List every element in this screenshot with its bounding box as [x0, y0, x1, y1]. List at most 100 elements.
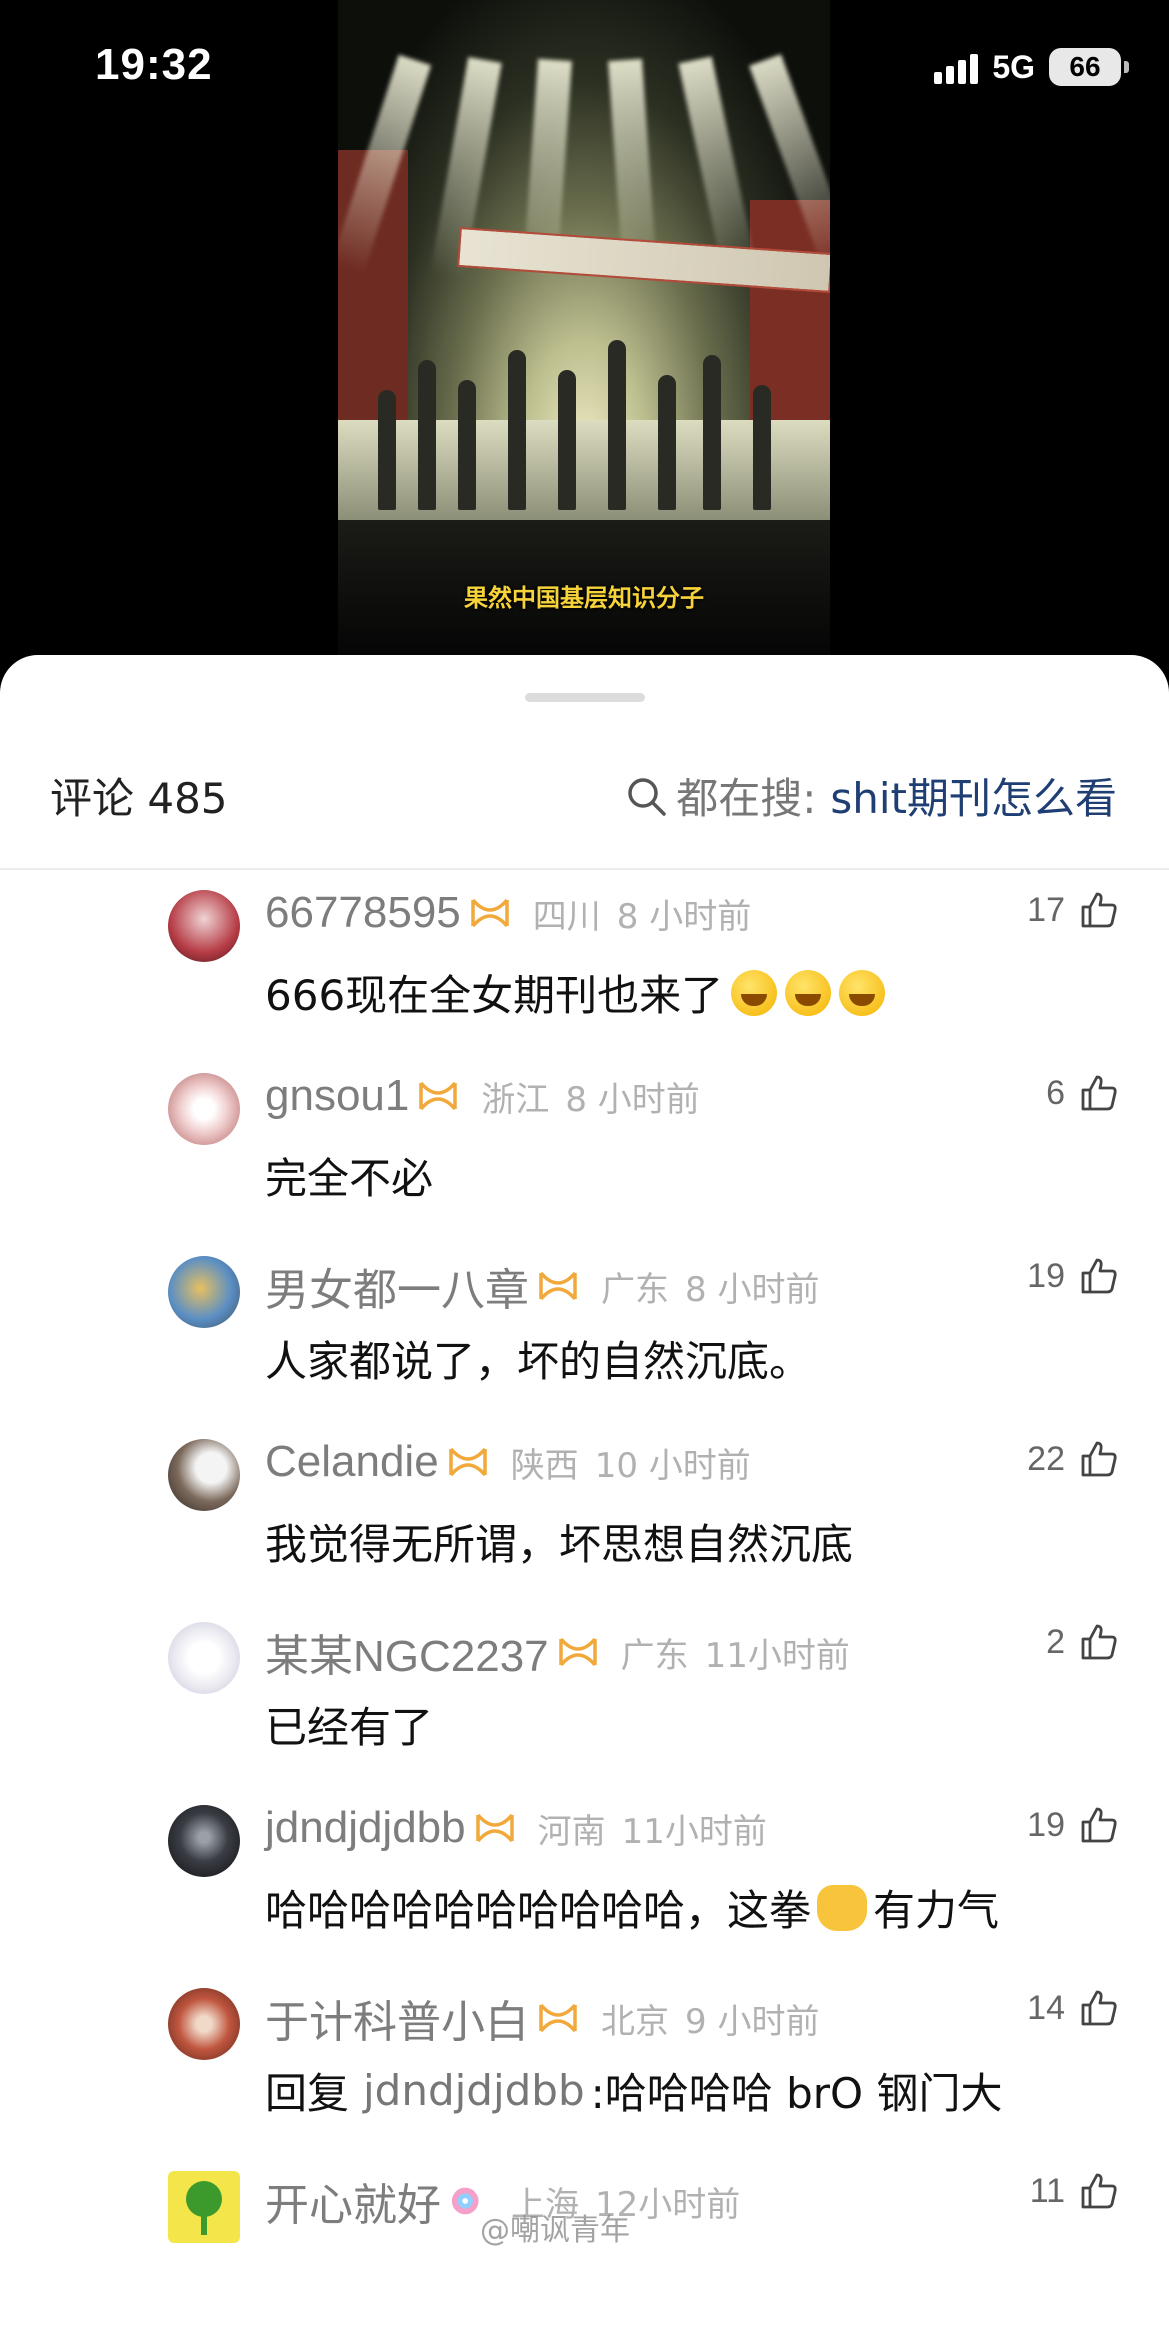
comments-count: 评论 485 [50, 774, 228, 823]
comment-item: 于计科普小白 北京 9 小时前 14 回复 jdndjdjdbb :哈哈哈哈 b… [0, 1988, 1169, 2168]
laughing-crying-emoji-icon [839, 969, 886, 1016]
comment-username[interactable]: Celandie [265, 1437, 439, 1487]
watermark: @嘲讽青年 [480, 2213, 630, 2248]
fan-badge-icon [471, 898, 509, 928]
status-time: 19:32 [95, 40, 213, 89]
thumbs-up-icon [1081, 1807, 1117, 1843]
avatar[interactable] [168, 2171, 240, 2243]
comment-item: gnsou1 浙江 8 小时前 6 完全不必 [0, 1071, 1169, 1253]
comment-time: 8 小时前 [685, 1269, 820, 1310]
avatar[interactable] [168, 1073, 240, 1145]
battery-icon: 66 [1049, 48, 1129, 86]
search-prefix: 都在搜: [676, 774, 817, 823]
status-indicators: 5G 66 [934, 48, 1129, 86]
like-count: 17 [1027, 890, 1065, 929]
laughing-crying-emoji-icon [785, 969, 832, 1016]
sheet-drag-handle[interactable] [525, 693, 645, 702]
comment-username[interactable]: 某某NGC2237 [265, 1620, 549, 1684]
header-divider [0, 868, 1169, 870]
avatar[interactable] [168, 1805, 240, 1877]
cellular-signal-icon [934, 50, 979, 84]
comment-text: 我觉得无所谓，坏思想自然沉底 [265, 1511, 853, 1572]
thumbs-up-icon [1081, 892, 1117, 928]
thumbs-up-icon [1081, 1441, 1117, 1477]
like-count: 19 [1027, 1256, 1065, 1295]
comment-username[interactable]: 66778595 [265, 888, 461, 938]
comment-time: 11小时前 [704, 1635, 850, 1676]
thumbs-up-icon [1081, 1990, 1117, 2026]
comment-item: Celandie 陕西 10 小时前 22 我觉得无所谓，坏思想自然沉底 [0, 1437, 1169, 1619]
like-button[interactable]: 11 [1030, 2171, 1119, 2211]
comment-time: 10 小时前 [594, 1445, 751, 1486]
like-button[interactable]: 2 [1046, 1622, 1119, 1662]
like-button[interactable]: 17 [1027, 890, 1119, 930]
fist-emoji-icon [817, 1884, 868, 1931]
comment-username[interactable]: 于计科普小白 [265, 1986, 529, 2050]
comment-username[interactable]: 开心就好 [265, 2169, 441, 2233]
fan-badge-icon [448, 1447, 487, 1477]
comment-body: 哈哈哈哈哈哈哈哈哈哈，这拳 [265, 1886, 812, 1935]
like-count: 22 [1027, 1439, 1065, 1478]
video-player[interactable]: 果然中国基层知识分子 [338, 0, 830, 655]
like-button[interactable]: 19 [1027, 1256, 1119, 1296]
like-button[interactable]: 19 [1027, 1805, 1119, 1845]
thumbs-up-icon [1081, 1258, 1117, 1294]
thumbs-up-icon [1081, 2173, 1117, 2209]
search-keyword[interactable]: shit期刊怎么看 [830, 765, 1117, 826]
comment-location: 广东 [601, 1269, 669, 1310]
comment-body: 666现在全女期刊也来了 [265, 971, 724, 1020]
avatar[interactable] [168, 1988, 240, 2060]
avatar[interactable] [168, 1622, 240, 1694]
like-count: 14 [1027, 1988, 1065, 2027]
reply-prefix: 回复 [265, 2069, 350, 2118]
fan-badge-icon [475, 1813, 514, 1843]
avatar[interactable] [168, 1439, 240, 1511]
fan-badge-icon [558, 1637, 597, 1667]
comment-text: 完全不必 [265, 1145, 433, 1206]
like-count: 6 [1046, 1073, 1065, 1112]
reply-target-username[interactable]: jdndjdjdbb [363, 2066, 585, 2115]
comment-location: 北京 [601, 2001, 669, 2042]
comment-username[interactable]: gnsou1 [265, 1071, 409, 1121]
comment-text: 回复 jdndjdjdbb :哈哈哈哈 brO 钢门大 [265, 2060, 1002, 2121]
comment-location: 河南 [537, 1811, 606, 1852]
comment-text: 哈哈哈哈哈哈哈哈哈哈，这拳 有力气 [265, 1877, 999, 1938]
like-button[interactable]: 14 [1027, 1988, 1119, 2028]
like-button[interactable]: 22 [1027, 1439, 1119, 1479]
tree-icon [186, 2181, 222, 2235]
performers [358, 280, 808, 510]
avatar[interactable] [168, 1256, 240, 1328]
comment-body: 已经有了 [265, 1703, 434, 1752]
comment-text: 人家都说了，坏的自然沉底。 [265, 1328, 811, 1389]
comment-body: 我觉得无所谓，坏思想自然沉底 [265, 1520, 854, 1569]
comment-body: 完全不必 [265, 1154, 434, 1203]
thumbs-up-icon [1081, 1075, 1117, 1111]
comment-text: 已经有了 [265, 1694, 433, 1755]
like-button[interactable]: 6 [1046, 1073, 1119, 1113]
battery-level: 66 [1069, 51, 1101, 82]
comment-username[interactable]: 男女都一八章 [265, 1254, 529, 1318]
like-count: 2 [1046, 1622, 1065, 1661]
laughing-crying-emoji-icon [731, 969, 778, 1016]
comment-item: 66778595 四川 8 小时前 17 666现在全女期刊也来了 [0, 888, 1169, 1070]
comment-text: 666现在全女期刊也来了 [265, 962, 886, 1023]
like-count: 19 [1027, 1805, 1065, 1844]
comment-time: 11小时前 [621, 1811, 767, 1852]
video-subtitle: 果然中国基层知识分子 [464, 584, 704, 612]
fan-badge-icon [539, 2003, 577, 2033]
network-type: 5G [992, 48, 1035, 85]
comment-time: 8 小时前 [616, 896, 752, 937]
comment-item: 某某NGC2237 广东 11小时前 2 已经有了 [0, 1622, 1169, 1802]
trending-search[interactable]: 都在搜: shit期刊怎么看 [624, 765, 1117, 826]
comment-body-tail: 有力气 [873, 1886, 1000, 1935]
video-area[interactable]: 19:32 5G 66 果然中国基层知识分子 [0, 0, 1169, 720]
comment-username[interactable]: jdndjdjdbb [265, 1803, 466, 1853]
fan-badge-icon [419, 1081, 458, 1111]
search-icon [628, 777, 666, 816]
comment-location: 陕西 [510, 1445, 579, 1486]
fan-badge-icon [539, 1271, 577, 1301]
comment-item: 男女都一八章 广东 8 小时前 19 人家都说了，坏的自然沉底。 [0, 1256, 1169, 1436]
avatar[interactable] [168, 890, 240, 962]
thumbs-up-icon [1081, 1624, 1117, 1660]
comment-location: 浙江 [481, 1079, 550, 1120]
